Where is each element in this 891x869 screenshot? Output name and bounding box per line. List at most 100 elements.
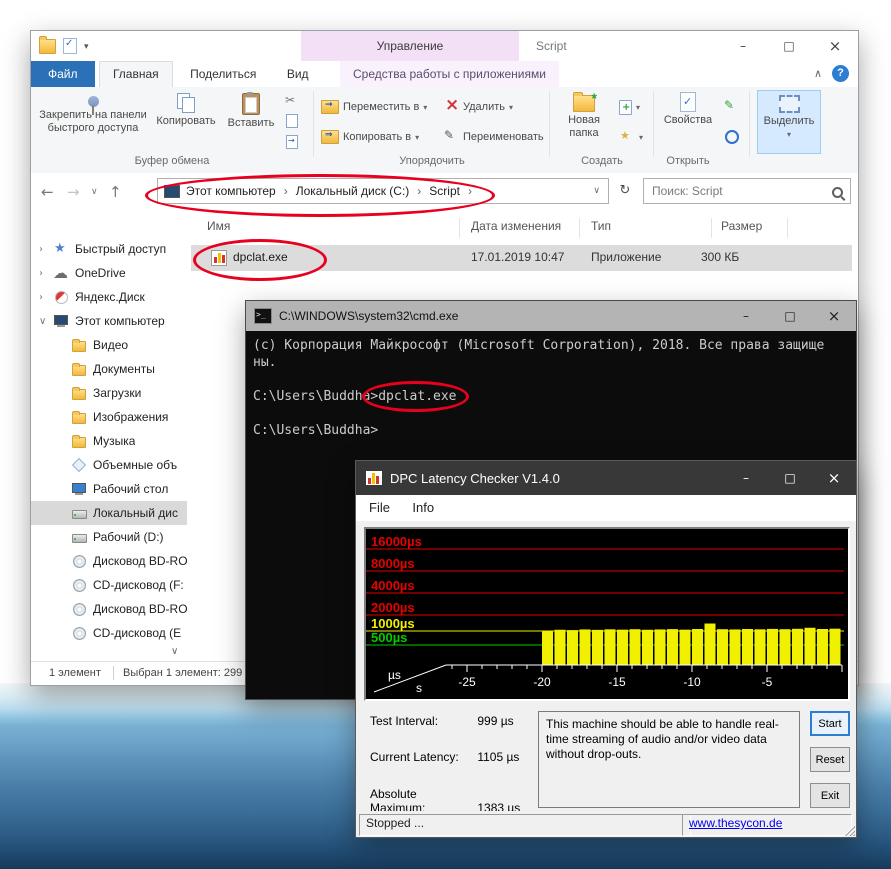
sidebar-item-9[interactable]: Объемные объ bbox=[31, 453, 187, 477]
forward-button[interactable] bbox=[67, 173, 80, 211]
new-item-button[interactable] bbox=[619, 97, 640, 117]
cut-icon[interactable] bbox=[285, 93, 299, 107]
paste-button[interactable]: Вставить bbox=[223, 90, 279, 152]
sidebar-item-8[interactable]: Музыка bbox=[31, 429, 187, 453]
column-modified[interactable]: Дата изменения bbox=[471, 219, 561, 233]
refresh-icon[interactable] bbox=[613, 178, 637, 204]
search-icon[interactable] bbox=[832, 187, 843, 198]
back-button[interactable] bbox=[41, 173, 54, 211]
easy-access-button[interactable] bbox=[619, 127, 643, 147]
dpc-minimize-button[interactable] bbox=[724, 461, 768, 495]
cube-icon bbox=[71, 457, 87, 473]
folder-icon[interactable] bbox=[39, 39, 56, 54]
delete-label: Удалить bbox=[463, 101, 505, 113]
help-icon[interactable] bbox=[832, 65, 849, 82]
history-button[interactable] bbox=[723, 127, 741, 147]
dpc-status-text: Stopped ... bbox=[359, 814, 691, 836]
recent-locations-icon[interactable] bbox=[91, 173, 98, 211]
sidebar-item-3[interactable]: ∨Этот компьютер bbox=[31, 309, 187, 333]
menu-file[interactable]: File bbox=[360, 495, 399, 521]
dropdown-arrow-icon bbox=[415, 131, 419, 143]
expander-icon[interactable]: › bbox=[39, 268, 53, 279]
sidebar-item-12[interactable]: Рабочий (D:) bbox=[31, 525, 187, 549]
paste-shortcut-icon[interactable] bbox=[286, 135, 298, 149]
contextual-tab-header: Управление bbox=[301, 31, 519, 61]
sidebar-item-label: CD-дисковод (F: bbox=[93, 578, 184, 592]
resize-grip[interactable] bbox=[842, 823, 855, 836]
breadcrumb-local-disk-c[interactable]: Локальный диск (C:) bbox=[296, 184, 430, 198]
sidebar-item-16[interactable]: CD-дисковод (Е bbox=[31, 621, 187, 645]
sidebar-item-11[interactable]: Локальный дис bbox=[31, 501, 187, 525]
dpc-graph-svg: 16000µs8000µs4000µs2000µs1000µs500µsµss-… bbox=[366, 529, 844, 695]
column-type[interactable]: Тип bbox=[591, 219, 611, 233]
cmd-titlebar[interactable]: C:\WINDOWS\system32\cmd.exe bbox=[246, 301, 856, 331]
expander-icon[interactable]: › bbox=[39, 292, 53, 303]
expander-icon[interactable]: ∨ bbox=[39, 316, 53, 327]
cmd-minimize-button[interactable] bbox=[724, 301, 768, 331]
delete-button[interactable]: Удалить bbox=[443, 97, 513, 117]
sidebar-item-4[interactable]: Видео bbox=[31, 333, 187, 357]
sidebar-item-7[interactable]: Изображения bbox=[31, 405, 187, 429]
search-input[interactable]: Поиск: Script bbox=[643, 178, 851, 204]
thesycon-link[interactable]: www.thesycon.de bbox=[689, 816, 782, 830]
sidebar-item-1[interactable]: ›OneDrive bbox=[31, 261, 187, 285]
address-dropdown-icon[interactable] bbox=[593, 186, 608, 196]
copy-to-button[interactable]: Копировать в bbox=[321, 127, 419, 147]
tab-application-tools[interactable]: Средства работы с приложениями bbox=[340, 61, 559, 87]
tab-view[interactable]: Вид bbox=[274, 61, 322, 87]
address-bar[interactable]: Этот компьютер Локальный диск (C:) Scrip… bbox=[157, 178, 609, 204]
breadcrumb-script[interactable]: Script bbox=[429, 184, 480, 198]
rename-label: Переименовать bbox=[463, 131, 544, 143]
sidebar-item-14[interactable]: CD-дисковод (F: bbox=[31, 573, 187, 597]
start-button[interactable]: Start bbox=[810, 711, 850, 736]
folder-icon bbox=[71, 337, 87, 353]
rename-button[interactable]: Переименовать bbox=[443, 127, 544, 147]
menu-info[interactable]: Info bbox=[403, 495, 443, 521]
sidebar-item-2[interactable]: ›Яндекс.Диск bbox=[31, 285, 187, 309]
up-button[interactable] bbox=[109, 173, 122, 211]
test-interval-row: Test Interval: 999 µs bbox=[370, 714, 514, 728]
test-interval-label: Test Interval: bbox=[370, 714, 474, 728]
new-folder-button[interactable]: Новая папка bbox=[555, 90, 613, 152]
copy-path-icon[interactable] bbox=[286, 114, 298, 128]
svg-text:-25: -25 bbox=[458, 675, 476, 689]
tab-home[interactable]: Главная bbox=[99, 61, 173, 87]
reset-button[interactable]: Reset bbox=[810, 747, 850, 772]
sidebar-item-0[interactable]: ›Быстрый доступ bbox=[31, 237, 187, 261]
dpc-title: DPC Latency Checker V1.4.0 bbox=[390, 471, 560, 486]
cmd-close-button[interactable] bbox=[812, 301, 856, 331]
expander-icon[interactable]: › bbox=[39, 244, 53, 255]
copy-button[interactable]: Копировать bbox=[153, 90, 219, 152]
collapse-ribbon-icon[interactable] bbox=[814, 61, 822, 87]
dpc-close-button[interactable] bbox=[812, 461, 856, 495]
column-size[interactable]: Размер bbox=[721, 219, 762, 233]
dpc-titlebar[interactable]: DPC Latency Checker V1.4.0 bbox=[356, 461, 856, 495]
tab-share[interactable]: Поделиться bbox=[177, 61, 269, 87]
file-row[interactable]: dpclat.exe 17.01.2019 10:47 Приложение 3… bbox=[191, 245, 852, 271]
cmd-maximize-button[interactable] bbox=[768, 301, 812, 331]
select-button[interactable]: Выделить bbox=[757, 90, 821, 154]
sidebar-item-6[interactable]: Загрузки bbox=[31, 381, 187, 405]
maximize-button[interactable] bbox=[766, 31, 812, 61]
exit-button[interactable]: Exit bbox=[810, 783, 850, 808]
sidebar-item-label: CD-дисковод (Е bbox=[93, 626, 181, 640]
sidebar-item-5[interactable]: Документы bbox=[31, 357, 187, 381]
breadcrumb-this-pc[interactable]: Этот компьютер bbox=[186, 184, 296, 198]
dpc-maximize-button[interactable] bbox=[768, 461, 812, 495]
column-name[interactable]: Имя bbox=[207, 219, 230, 233]
close-button[interactable] bbox=[812, 31, 858, 61]
tab-file[interactable]: Файл bbox=[31, 61, 95, 87]
move-to-button[interactable]: Переместить в bbox=[321, 97, 427, 117]
paste-label: Вставить bbox=[223, 117, 279, 130]
properties-icon[interactable] bbox=[63, 38, 77, 54]
cd-icon bbox=[71, 625, 87, 641]
sidebar-item-10[interactable]: Рабочий стол bbox=[31, 477, 187, 501]
sidebar-item-15[interactable]: Дисковод BD-RO bbox=[31, 597, 187, 621]
minimize-button[interactable] bbox=[720, 31, 766, 61]
edit-button[interactable] bbox=[723, 97, 739, 117]
explorer-titlebar[interactable]: Управление Script bbox=[31, 31, 858, 61]
sidebar-item-13[interactable]: Дисковод BD-RO bbox=[31, 549, 187, 573]
properties-button[interactable]: Свойства bbox=[659, 90, 717, 152]
pin-to-quick-access-button[interactable]: Закрепить на панели быстрого доступа bbox=[37, 90, 149, 152]
qat-customize-arrow-icon[interactable] bbox=[84, 41, 89, 52]
